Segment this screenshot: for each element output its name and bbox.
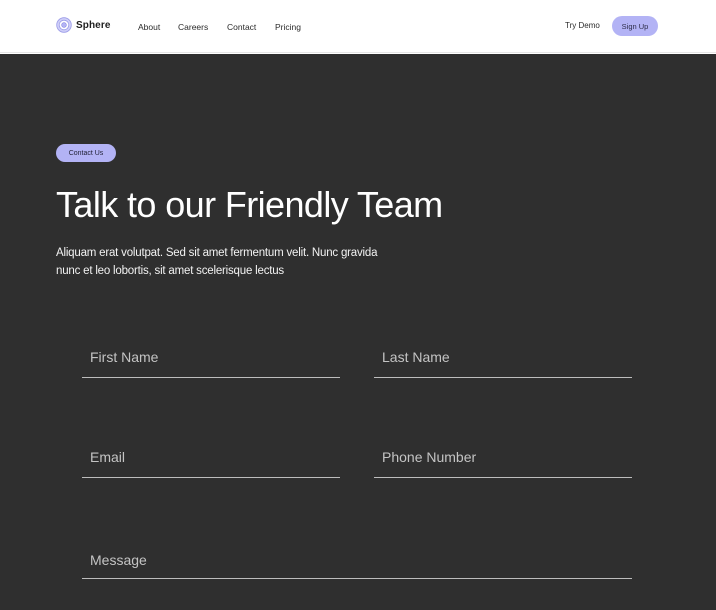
contact-section: Contact Us Talk to our Friendly Team Ali…	[0, 54, 716, 610]
first-name-input[interactable]	[82, 344, 340, 378]
last-name-input[interactable]	[374, 344, 632, 378]
nav-item-contact[interactable]: Contact	[227, 22, 256, 32]
sign-up-button[interactable]: Sign Up	[612, 16, 658, 36]
concentric-circle-icon	[56, 17, 72, 33]
brand-logo[interactable]: Sphere	[56, 17, 111, 33]
page-title: Talk to our Friendly Team	[56, 184, 443, 225]
contact-us-badge: Contact Us	[56, 144, 116, 162]
nav-item-pricing[interactable]: Pricing	[275, 22, 301, 32]
nav-item-careers[interactable]: Careers	[178, 22, 208, 32]
try-demo-link[interactable]: Try Demo	[565, 21, 600, 30]
message-input[interactable]	[82, 544, 632, 579]
site-header: Sphere About Careers Contact Pricing Try…	[0, 0, 716, 53]
phone-number-input[interactable]	[374, 444, 632, 478]
email-input[interactable]	[82, 444, 340, 478]
intro-text: Aliquam erat volutpat. Sed sit amet ferm…	[56, 247, 378, 277]
brand-name: Sphere	[76, 19, 111, 31]
nav-item-about[interactable]: About	[138, 22, 160, 32]
